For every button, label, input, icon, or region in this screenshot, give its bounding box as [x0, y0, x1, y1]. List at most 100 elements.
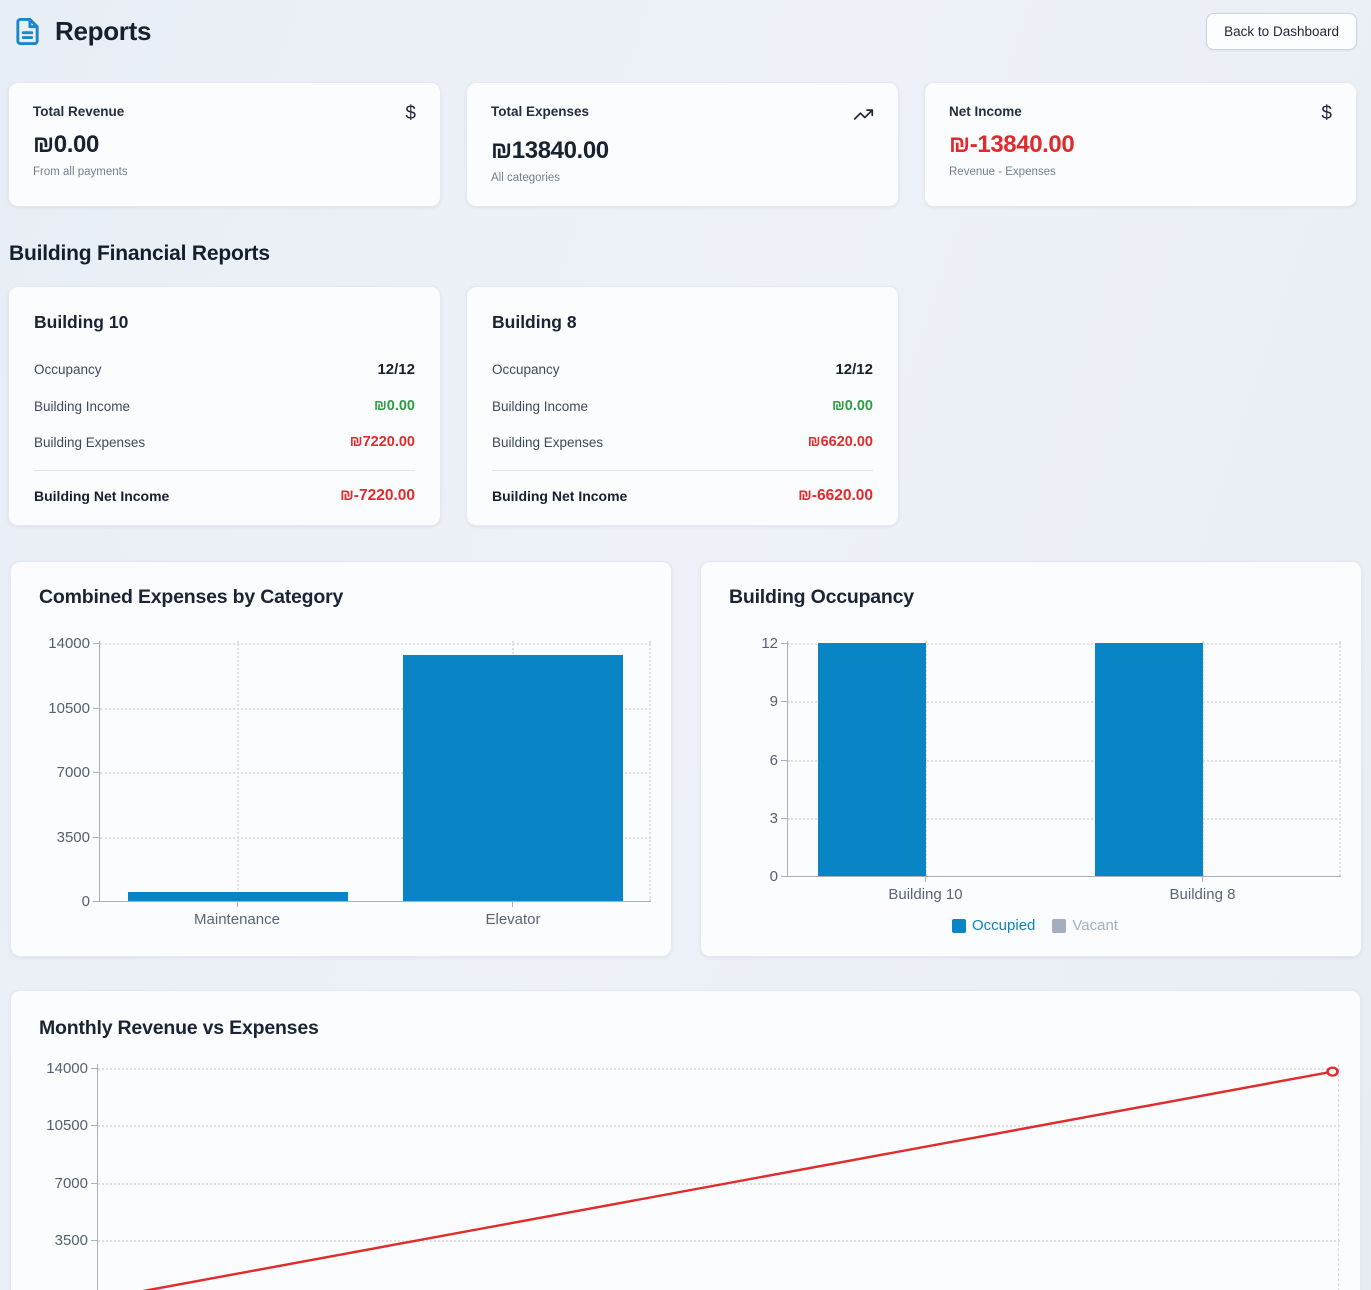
axis-tick — [93, 643, 100, 644]
row-label: Building Income — [34, 398, 131, 414]
y-tick-label: 6 — [769, 751, 778, 769]
row-label: Building Net Income — [492, 488, 628, 504]
net-income-row: Building Net Income ₪-7220.00 — [34, 487, 415, 505]
axis-tick — [93, 707, 100, 709]
x-tick-label: Building 8 — [1169, 886, 1236, 903]
page-title-group: Reports — [13, 16, 151, 47]
axis-tick — [93, 772, 100, 773]
empty-cell — [924, 286, 1357, 526]
income-row: Building Income ₪0.00 — [492, 398, 873, 414]
page-header: Reports Back to Dashboard — [0, 0, 1371, 50]
chart-title: Monthly Revenue vs Expenses — [39, 1017, 319, 1039]
row-label: Occupancy — [34, 362, 102, 377]
y-tick-label: 14000 — [46, 1060, 88, 1077]
legend-swatch — [1052, 918, 1067, 933]
x-axis-labels: Maintenance Elevator — [99, 911, 651, 928]
y-tick-label: 10500 — [46, 1117, 88, 1135]
monthly-revenue-expenses-chart-card: Monthly Revenue vs Expenses 3500 7000 1050… — [10, 990, 1361, 1290]
legend-swatch — [952, 918, 967, 933]
legend-label: Occupied — [972, 917, 1036, 934]
gridline — [649, 641, 651, 901]
axis-tick — [93, 901, 100, 902]
y-tick-label: 9 — [769, 693, 778, 711]
building-name: Building 8 — [492, 312, 577, 332]
chart-legend: Occupied Vacant — [729, 917, 1341, 934]
y-tick-label: 0 — [769, 868, 778, 885]
bar-occupied[interactable] — [818, 643, 927, 876]
section-title-building-financial-reports: Building Financial Reports — [9, 242, 270, 265]
y-axis: 3500 7000 10500 14000 — [39, 1060, 97, 1290]
monthly-revenue-expenses-chart: 3500 7000 10500 14000 — [39, 1060, 1340, 1290]
stat-subtitle: From all payments — [33, 166, 128, 178]
y-tick-label: 7000 — [54, 1174, 88, 1192]
expenses-by-category-chart-card: Combined Expenses by Category 0 3500 7000 1… — [10, 561, 672, 957]
expenses-by-category-chart: 0 3500 7000 10500 14000 Maintenance Elevator — [39, 635, 651, 928]
y-axis: 0 3 6 9 12 — [729, 635, 787, 885]
y-tick-label: 7000 — [56, 764, 90, 781]
building-card-building-10: Building 10 Occupancy 12/12 Building Inc… — [8, 286, 441, 526]
axis-tick — [236, 901, 238, 907]
x-tick-label: Maintenance — [194, 911, 280, 928]
occupancy-value: 12/12 — [835, 361, 873, 378]
axis-tick — [781, 701, 788, 703]
bar-elevator[interactable] — [403, 655, 624, 901]
stat-label: Total Expenses — [491, 104, 590, 119]
bar-occupied[interactable] — [1094, 643, 1203, 876]
axis-tick — [91, 1068, 98, 1069]
occupancy-value: 12/12 — [377, 361, 415, 378]
row-label: Building Expenses — [34, 434, 146, 450]
line-point[interactable] — [1326, 1066, 1339, 1077]
y-tick-label: 3500 — [56, 828, 90, 846]
income-value: ₪0.00 — [373, 398, 415, 414]
row-label: Occupancy — [492, 362, 560, 377]
plot-area — [91, 1064, 1340, 1290]
charts-row: Combined Expenses by Category 0 3500 7000 1… — [10, 561, 1362, 957]
stat-label: Net Income — [949, 104, 1022, 119]
page-title: Reports — [55, 16, 152, 46]
x-tick-label: Elevator — [485, 911, 541, 928]
expenses-row: Building Expenses ₪7220.00 — [34, 434, 415, 450]
axis-tick — [925, 876, 927, 882]
legend-item-occupied[interactable]: Occupied — [952, 917, 1035, 934]
legend-item-vacant[interactable]: Vacant — [1052, 917, 1118, 934]
summary-stats: Total Revenue $ ₪0.00 From all payments … — [8, 82, 1357, 207]
income-row: Building Income ₪0.00 — [34, 398, 415, 414]
stat-card-total-revenue: Total Revenue $ ₪0.00 From all payments — [8, 82, 441, 207]
expenses-row: Building Expenses ₪6620.00 — [492, 434, 873, 450]
row-label: Building Expenses — [492, 434, 604, 450]
legend-label: Vacant — [1072, 917, 1118, 934]
gridline — [1339, 641, 1341, 876]
chart-title: Combined Expenses by Category — [39, 586, 344, 608]
chart-body: 0 3 6 9 12 — [729, 635, 1341, 885]
axis-tick — [91, 1182, 98, 1184]
stat-card-header: Total Revenue $ — [33, 104, 416, 123]
reports-page: Reports Back to Dashboard Total Revenue … — [0, 0, 1371, 1290]
stat-card-header: Total Expenses — [491, 104, 874, 129]
axis-tick — [91, 1239, 98, 1241]
building-card-building-8: Building 8 Occupancy 12/12 Building Inco… — [466, 286, 899, 526]
axis-tick — [781, 817, 788, 819]
x-tick-label: Building 10 — [888, 886, 963, 903]
stat-label: Total Revenue — [33, 104, 125, 119]
bar-maintenance[interactable] — [127, 891, 348, 901]
income-value: ₪0.00 — [831, 398, 873, 414]
net-income-value: ₪-7220.00 — [340, 487, 415, 504]
expenses-value: ₪7220.00 — [349, 434, 415, 450]
plot-area — [781, 641, 1341, 882]
building-reports-row: Building 10 Occupancy 12/12 Building Inc… — [8, 286, 1357, 526]
stat-card-net-income: Net Income $ ₪-13840.00 Revenue - Expens… — [924, 82, 1357, 207]
divider — [34, 470, 415, 471]
chart-body: 3500 7000 10500 14000 — [39, 1060, 1340, 1290]
back-to-dashboard-button[interactable]: Back to Dashboard — [1206, 13, 1357, 50]
y-tick-label: 3500 — [54, 1231, 88, 1249]
y-axis: 0 3500 7000 10500 14000 — [39, 635, 99, 910]
net-income-row: Building Net Income ₪-6620.00 — [492, 487, 873, 505]
stat-subtitle: Revenue - Expenses — [949, 166, 1056, 178]
dollar-icon: $ — [405, 103, 416, 124]
stat-subtitle: All categories — [491, 172, 561, 184]
stat-card-total-expenses: Total Expenses ₪13840.00 All categories — [466, 82, 899, 207]
line-series-expenses — [142, 1070, 1333, 1290]
dollar-icon: $ — [1321, 103, 1332, 124]
expenses-value: ₪6620.00 — [807, 434, 873, 450]
axis-tick — [781, 876, 788, 877]
